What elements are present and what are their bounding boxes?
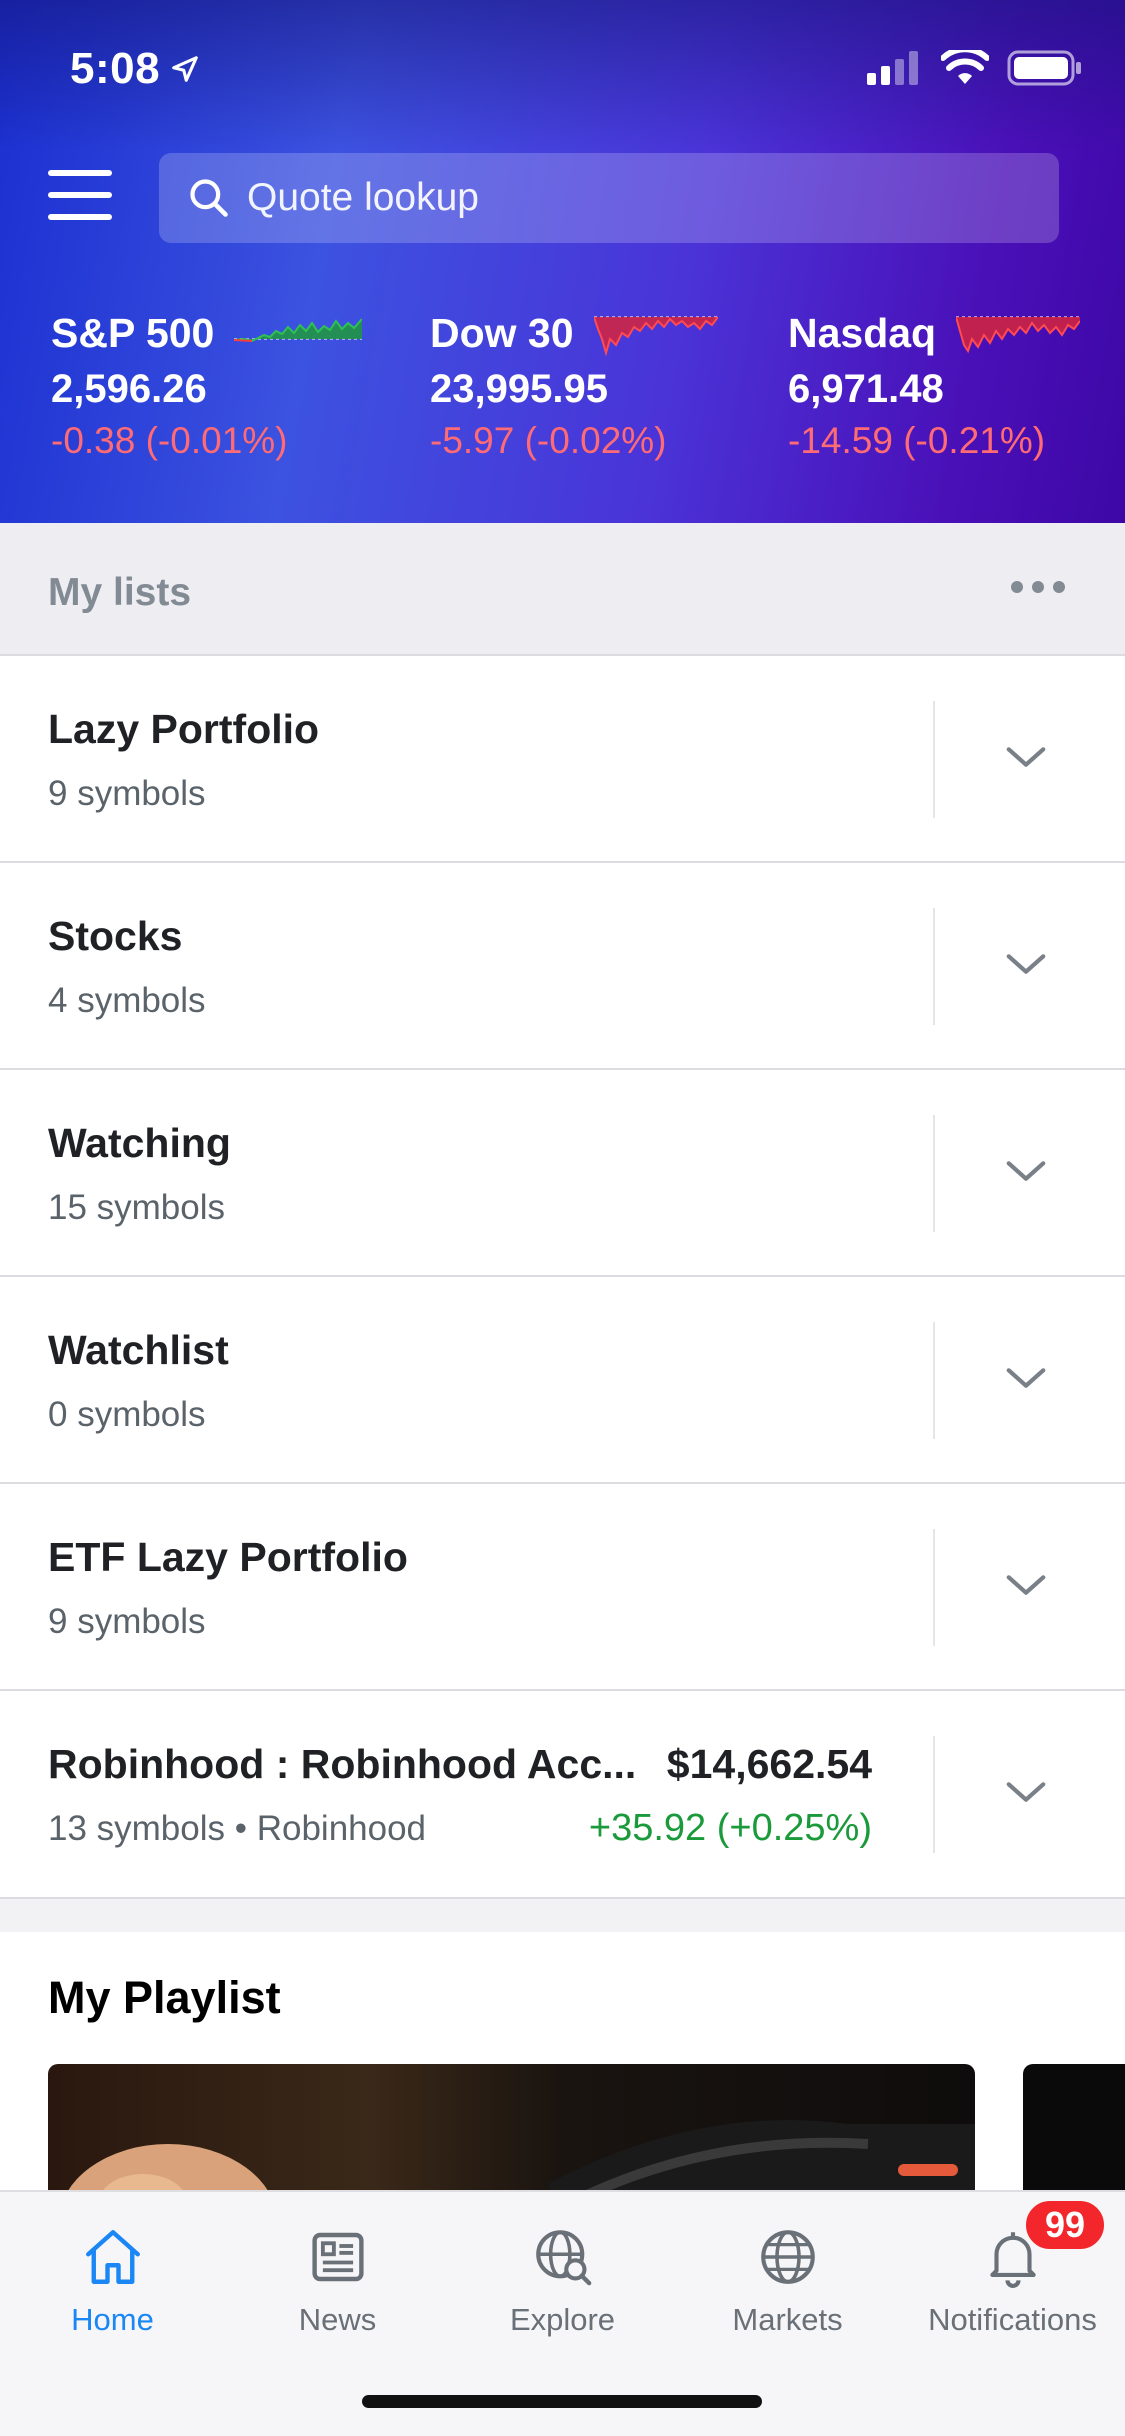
tab-label: Explore [509,2302,616,2337]
index-value: 6,971.48 [788,367,944,411]
menu-line [48,214,112,220]
quote-lookup-search[interactable]: Quote lookup [159,153,1059,243]
tab-label: Notifications [928,2302,1097,2337]
list-symbol-count: 13 symbols • Robinhood [48,1809,427,1848]
tab-explore[interactable]: Explore [450,2212,675,2362]
portfolio-change: +35.92 (+0.25%) [588,1807,872,1849]
list-symbol-count: 9 symbols [48,1602,206,1641]
menu-button[interactable] [48,170,112,220]
list-symbol-count: 0 symbols [48,1395,206,1434]
index-value: 2,596.26 [51,367,207,411]
list-item[interactable]: Watchlist 0 symbols [0,1277,1125,1484]
time-text: 5:08 [70,44,161,93]
row-divider [933,1529,935,1646]
battery-icon [1007,50,1081,86]
index-name: S&P 500 [51,309,215,356]
index-change: -14.59 (-0.21%) [788,420,1046,461]
video-thumbnail-image [67,2120,975,2192]
list-item[interactable]: Stocks 4 symbols [0,863,1125,1070]
tab-label: Markets [732,2302,843,2337]
chevron-down-icon[interactable] [1003,1355,1049,1401]
explore-icon [535,2230,591,2286]
chevron-down-icon[interactable] [1003,941,1049,987]
tab-news[interactable]: News [225,2212,450,2362]
video-thumbnail[interactable] [48,2064,975,2192]
nasdaq-sparkline [956,316,1081,354]
index-change: -0.38 (-0.01%) [51,420,288,461]
chevron-down-icon[interactable] [1003,1148,1049,1194]
tab-home[interactable]: Home [0,2212,225,2362]
sp500-sparkline [234,318,363,343]
list-symbol-count: 4 symbols [48,981,206,1020]
search-placeholder: Quote lookup [247,176,480,219]
list-name: Watching [48,1120,231,1166]
status-bar: 5:08 [0,0,1125,130]
list-name: Robinhood : Robinhood Acc... [48,1741,637,1787]
signal-icon [867,51,918,85]
video-thumbnail[interactable] [1023,2064,1125,2192]
list-item[interactable]: ETF Lazy Portfolio 9 symbols [0,1484,1125,1691]
home-indicator[interactable] [362,2395,762,2408]
more-options-icon[interactable] [1011,581,1065,595]
dow30-sparkline [593,316,718,357]
header: 5:08 Quote lookup S&P 500 2,596.26 -0.38… [0,0,1125,523]
index-nasdaq[interactable]: Nasdaq 6,971.48 -14.59 (-0.21%) [788,305,1081,462]
list-name: ETF Lazy Portfolio [48,1534,408,1580]
tab-label: Home [71,2302,154,2337]
row-divider [933,1736,935,1853]
wifi-icon [941,50,989,84]
chevron-down-icon[interactable] [1003,1769,1049,1815]
market-indices: S&P 500 2,596.26 -0.38 (-0.01%) Dow 30 2… [0,305,1125,475]
notification-badge: 99 [1023,2198,1107,2252]
home-icon [85,2230,140,2284]
list-name: Lazy Portfolio [48,706,320,752]
index-value: 23,995.95 [430,367,608,411]
list-name: Stocks [48,913,183,959]
my-playlist-section: My Playlist [0,1932,1125,2192]
portfolio-value: $14,662.54 [666,1741,872,1787]
list-name: Watchlist [48,1327,229,1373]
search-icon [190,179,228,217]
row-divider [933,1322,935,1439]
tab-markets[interactable]: Markets [675,2212,900,2362]
list-item[interactable]: Lazy Portfolio 9 symbols [0,656,1125,863]
playlist-title: My Playlist [48,1972,281,2023]
index-name: Dow 30 [430,309,574,356]
chevron-down-icon[interactable] [1003,734,1049,780]
tab-label: News [298,2302,377,2337]
index-name: Nasdaq [788,309,937,356]
row-divider [933,701,935,818]
globe-icon [760,2230,815,2284]
row-divider [933,908,935,1025]
row-divider [933,1115,935,1232]
my-lists-title: My lists [48,571,192,614]
my-lists-header: My lists [0,523,1125,656]
index-dow30[interactable]: Dow 30 23,995.95 -5.97 (-0.02%) [430,305,718,462]
list-item[interactable]: Robinhood : Robinhood Acc... 13 symbols … [0,1691,1125,1899]
menu-line [48,170,112,176]
chevron-down-icon[interactable] [1003,1562,1049,1608]
list-symbol-count: 9 symbols [48,774,206,813]
menu-line [48,192,112,198]
news-icon [311,2232,364,2282]
index-change: -5.97 (-0.02%) [430,420,667,461]
status-icons [867,50,1083,86]
status-time: 5:08 [70,44,200,94]
index-sp500[interactable]: S&P 500 2,596.26 -0.38 (-0.01%) [51,305,363,462]
location-arrow-icon [172,56,198,82]
list-item[interactable]: Watching 15 symbols [0,1070,1125,1277]
list-symbol-count: 15 symbols [48,1188,226,1227]
